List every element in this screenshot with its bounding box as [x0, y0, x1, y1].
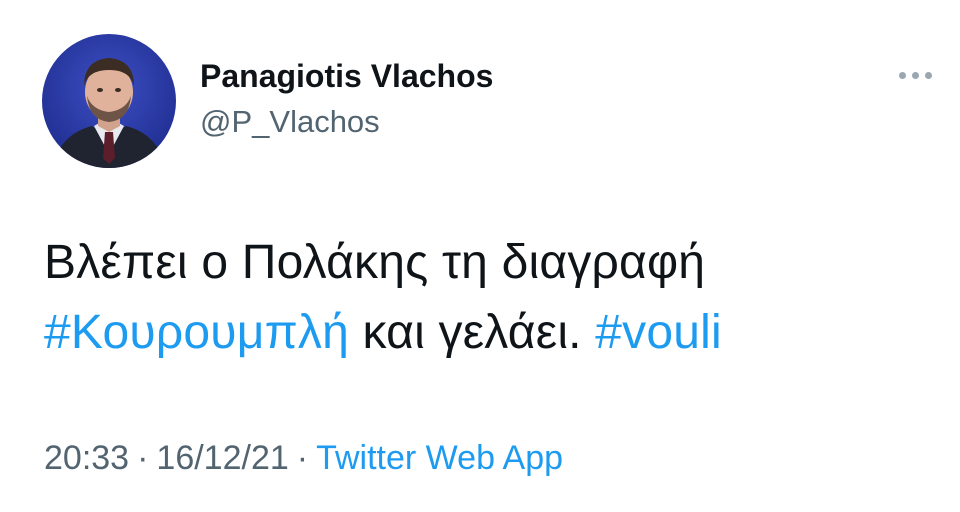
hashtag-link[interactable]: #Κουρουμπλή: [44, 306, 349, 359]
tweet-source-link[interactable]: Twitter Web App: [316, 439, 563, 477]
tweet-text-line-1: Βλέπει ο Πολάκης τη διαγραφή: [44, 236, 706, 289]
avatar-photo: [42, 34, 176, 168]
avatar[interactable]: [42, 34, 176, 168]
more-dot: [924, 71, 932, 79]
author-block: Panagiotis Vlachos @P_Vlachos: [200, 56, 493, 142]
more-dot: [898, 71, 906, 79]
user-handle[interactable]: @P_Vlachos: [200, 102, 493, 142]
hashtag-link[interactable]: #vouli: [595, 306, 722, 359]
more-horizontal-icon[interactable]: [890, 60, 940, 90]
tweet-meta: 20:33 · 16/12/21 · Twitter Web App: [44, 436, 563, 480]
tweet-text-line-2: #Κουρουμπλή και γελάει. #vouli: [44, 298, 924, 368]
meta-separator: ·: [296, 439, 309, 477]
tweet-time[interactable]: 20:33: [44, 439, 129, 477]
tweet-text: Βλέπει ο Πολάκης τη διαγραφή #Κουρουμπλή…: [44, 228, 924, 368]
tweet-text-middle: και γελάει.: [349, 306, 596, 359]
meta-separator: ·: [137, 439, 149, 477]
tweet-date[interactable]: 16/12/21: [156, 439, 288, 477]
more-dot: [911, 71, 919, 79]
tweet: Panagiotis Vlachos @P_Vlachos Βλέπει ο Π…: [0, 0, 960, 512]
display-name[interactable]: Panagiotis Vlachos: [200, 56, 493, 96]
